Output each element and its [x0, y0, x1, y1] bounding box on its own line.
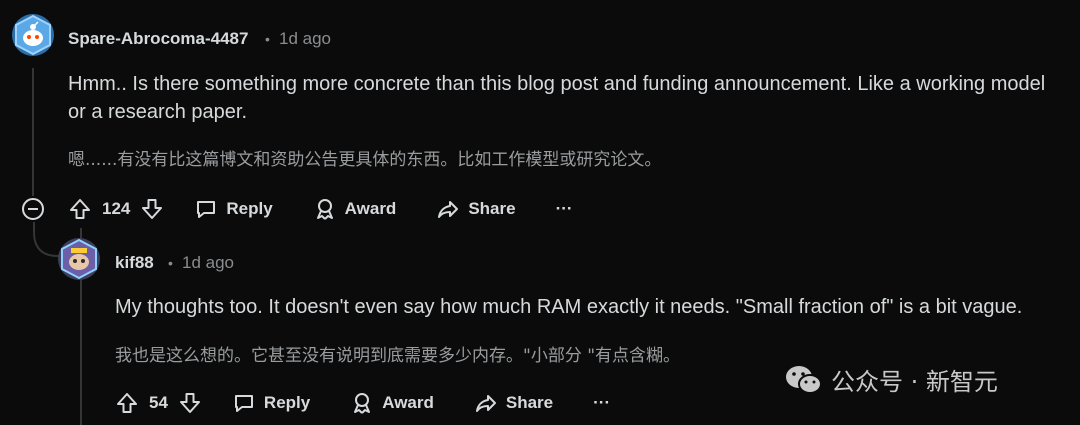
comment-bubble-icon	[197, 201, 216, 218]
upvote-button[interactable]	[115, 391, 139, 415]
comment-body: My thoughts too. It doesn't even say how…	[115, 293, 1065, 321]
reply-label: Reply	[226, 199, 273, 218]
avatar[interactable]	[58, 238, 100, 280]
share-label: Share	[468, 199, 516, 218]
comment-body-line: My thoughts too. It doesn't even say how…	[115, 296, 1023, 318]
comment-body: Hmm.. Is there something more concrete t…	[68, 70, 1073, 126]
collapse-button[interactable]	[22, 198, 44, 220]
upvote-icon	[117, 393, 137, 413]
award-label: Award	[382, 393, 434, 412]
thread-line[interactable]	[32, 68, 34, 196]
snoo-avatar-icon	[15, 14, 51, 56]
award-icon	[354, 393, 371, 414]
separator-dot: •	[265, 31, 270, 47]
downvote-button[interactable]	[178, 391, 202, 415]
comment-timestamp[interactable]: 1d ago	[279, 29, 331, 49]
watermark-text: 公众号 · 新智元	[831, 368, 998, 396]
award-button[interactable]: Award	[350, 391, 434, 415]
watermark: 公众号 · 新智元	[785, 362, 998, 397]
downvote-button[interactable]	[140, 197, 164, 221]
share-arrow-icon	[438, 201, 459, 218]
comment-translation: 嗯......有没有比这篇博文和资助公告更具体的东西。比如工作模型或研究论文。	[68, 150, 662, 170]
comment-body-line: or a research paper.	[68, 101, 247, 123]
share-button[interactable]: Share	[474, 391, 553, 415]
comment-bubble-icon	[234, 395, 253, 412]
more-options-icon: ···	[593, 393, 611, 412]
share-button[interactable]: Share	[436, 197, 516, 221]
comment-actions: 54 Reply Award Share ···	[115, 387, 610, 419]
snoo-avatar-icon	[61, 238, 97, 280]
reply-button[interactable]: Reply	[232, 391, 310, 415]
comment-body-line: Hmm.. Is there something more concrete t…	[68, 73, 1046, 95]
award-icon	[316, 199, 333, 220]
avatar[interactable]	[12, 14, 54, 56]
share-label: Share	[505, 393, 554, 412]
wechat-icon	[786, 365, 822, 394]
more-options-button[interactable]: ···	[556, 199, 573, 219]
reply-label: Reply	[263, 393, 311, 412]
downvote-icon	[179, 393, 200, 413]
upvote-button[interactable]	[68, 197, 92, 221]
more-options-button[interactable]: ···	[593, 393, 610, 413]
share-arrow-icon	[475, 395, 496, 412]
upvote-icon	[70, 199, 90, 219]
award-button[interactable]: Award	[313, 197, 397, 221]
reply-button[interactable]: Reply	[194, 197, 273, 221]
comment-translation: 我也是这么想的。它甚至没有说明到底需要多少内存。"小部分 "有点含糊。	[115, 346, 681, 366]
comment-actions: 124 Reply Award Share ···	[68, 193, 573, 225]
comment-author[interactable]: kif88	[115, 253, 154, 273]
comment-thread: Spare-Abrocoma-4487 • 1d ago Hmm.. Is th…	[0, 0, 1080, 425]
vote-count: 124	[102, 199, 131, 218]
separator-dot: •	[168, 255, 173, 271]
award-label: Award	[344, 199, 397, 218]
comment-author[interactable]: Spare-Abrocoma-4487	[68, 29, 248, 49]
downvote-icon	[142, 199, 163, 219]
more-options-icon: ···	[555, 199, 573, 218]
vote-count: 54	[149, 393, 168, 412]
comment-timestamp[interactable]: 1d ago	[182, 253, 234, 273]
